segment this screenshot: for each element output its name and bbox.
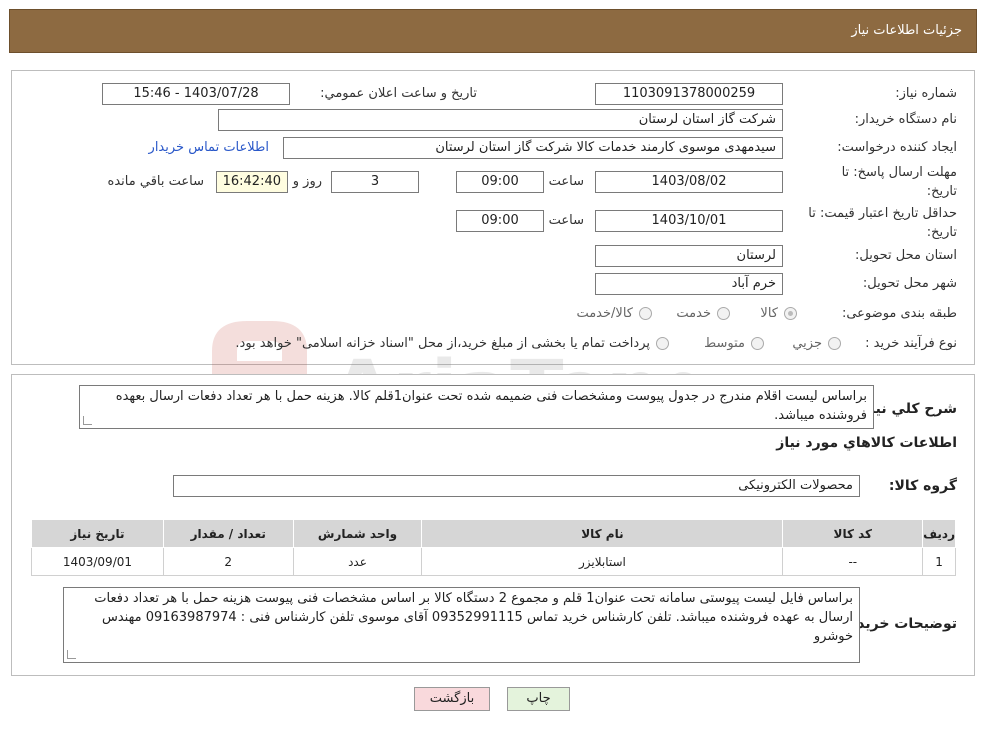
print-button[interactable]: چاپ — [507, 687, 570, 711]
category-option-goods-service: کالا/خدمت — [576, 306, 633, 321]
goods-group-label: گروه کالا: — [888, 478, 957, 494]
process-treasury-note: پرداخت تمام یا بخشی از مبلغ خرید،از محل … — [235, 336, 650, 351]
items-section-title: اطلاعات کالاهاي مورد نياز — [776, 435, 957, 451]
need-number-label: شماره نیاز: — [895, 86, 957, 101]
category-radio-service[interactable] — [717, 307, 730, 320]
item-name: استابلایزر — [421, 547, 784, 576]
table-row: 1 -- استابلایزر عدد 2 1403/09/01 — [31, 547, 956, 576]
table-header: تعداد / مقدار — [162, 519, 294, 548]
city-field[interactable]: خرم آباد — [595, 273, 783, 295]
table-header: واحد شمارش — [292, 519, 423, 548]
table-header: تاريخ نياز — [31, 519, 164, 548]
items-table: رديف کد کالا نام کالا واحد شمارش تعداد /… — [31, 519, 956, 576]
item-need-date: 1403/09/01 — [31, 547, 164, 576]
process-label: نوع فرآيند خريد : — [865, 336, 957, 351]
category-label: طبقه بندی موضوعی: — [841, 306, 957, 321]
validity-time-field[interactable]: 09:00 — [456, 210, 544, 232]
category-radio-goods[interactable] — [784, 307, 797, 320]
buyer-org-label: نام دستگاه خريدار: — [854, 112, 957, 127]
table-header: نام کالا — [421, 519, 784, 548]
row-number: 1 — [922, 547, 956, 576]
validity-time-word: ساعت — [548, 213, 584, 228]
days-remaining-field[interactable]: 3 — [331, 171, 419, 193]
deadline-time-word: ساعت — [548, 174, 584, 189]
announce-datetime-field[interactable]: 1403/07/28 - 15:46 — [102, 83, 290, 105]
item-unit: عدد — [292, 547, 423, 576]
remaining-word: ساعت باقي مانده — [107, 174, 204, 189]
page-title: جزئیات اطلاعات نیاز — [851, 23, 962, 38]
city-label: شهر محل تحويل: — [862, 276, 957, 291]
goods-group-field[interactable]: محصولات الکترونیکی — [173, 475, 860, 497]
remaining-time-field[interactable]: 16:42:40 — [216, 171, 288, 193]
page-header: جزئیات اطلاعات نیاز — [9, 9, 977, 53]
days-word: روز و — [292, 174, 322, 189]
buyer-contact-link[interactable]: اطلاعات تماس خريدار — [149, 140, 269, 155]
requester-field[interactable]: سیدمهدی موسوی کارمند خدمات کالا شرکت گاز… — [283, 137, 783, 159]
deadline-label: مهلت ارسال پاسخ: تا — [841, 165, 957, 180]
process-radio-medium[interactable] — [751, 337, 764, 350]
validity-date-field[interactable]: 1403/10/01 — [595, 210, 783, 232]
process-treasury-checkbox[interactable] — [656, 337, 669, 350]
resize-grip-icon[interactable] — [83, 416, 92, 425]
deadline-time-field[interactable]: 09:00 — [456, 171, 544, 193]
buyer-org-field[interactable]: شرکت گاز استان لرستان — [218, 109, 783, 131]
summary-textarea[interactable]: براساس لیست اقلام مندرج در جدول پیوست وم… — [79, 385, 874, 429]
deadline-date-field[interactable]: 1403/08/02 — [595, 171, 783, 193]
deadline-label-date: تاريخ: — [926, 184, 957, 199]
province-label: استان محل تحويل: — [855, 248, 957, 263]
process-option-minor: جزيي — [792, 336, 822, 351]
item-code: -- — [782, 547, 924, 576]
category-radio-goods-service[interactable] — [639, 307, 652, 320]
process-option-medium: متوسط — [704, 336, 745, 351]
category-option-service: خدمت — [676, 306, 711, 321]
summary-text: براساس لیست اقلام مندرج در جدول پیوست وم… — [115, 389, 867, 423]
requester-label: ايجاد کننده درخواست: — [837, 140, 957, 155]
need-details-panel: شرح کلي نياز: براساس لیست اقلام مندرج در… — [11, 374, 975, 676]
province-field[interactable]: لرستان — [595, 245, 783, 267]
back-button[interactable]: بازگشت — [414, 687, 490, 711]
validity-label-date: تاريخ: — [926, 225, 957, 240]
validity-label: حداقل تاريخ اعتبار قيمت: تا — [808, 206, 957, 221]
need-info-panel: AriaTender شماره نیاز: 1103091378000259 … — [11, 70, 975, 435]
resize-grip-icon[interactable] — [67, 650, 76, 659]
process-radio-minor[interactable] — [828, 337, 841, 350]
table-header: رديف — [922, 519, 956, 548]
table-header: کد کالا — [782, 519, 924, 548]
buyer-notes-text: براساس فایل لیست پیوستی سامانه تحت عنوان… — [94, 591, 853, 644]
buyer-notes-textarea[interactable]: براساس فایل لیست پیوستی سامانه تحت عنوان… — [63, 587, 860, 663]
item-quantity: 2 — [162, 547, 294, 576]
announce-datetime-label: تاریخ و ساعت اعلان عمومي: — [320, 86, 477, 101]
category-option-goods: کالا — [760, 306, 778, 321]
need-number-field[interactable]: 1103091378000259 — [595, 83, 783, 105]
